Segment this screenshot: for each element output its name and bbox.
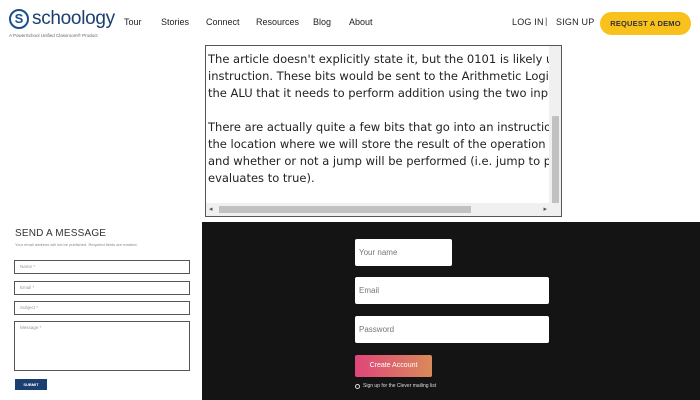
auth-separator: |: [545, 16, 548, 26]
signup-password-input[interactable]: Password: [355, 316, 549, 343]
article-line: and whether or not a jump will be perfor…: [208, 154, 561, 168]
contact-message-field[interactable]: Message *: [14, 321, 190, 371]
scroll-right-icon[interactable]: ▸: [543, 205, 547, 213]
article-scroll-box[interactable]: The article doesn't explicitly state it,…: [205, 45, 562, 217]
nav-blog[interactable]: Blog: [313, 17, 331, 27]
contact-email-field[interactable]: Email *: [14, 281, 190, 295]
submit-button[interactable]: SUBMIT: [15, 379, 47, 390]
horizontal-scroll-thumb[interactable]: [219, 206, 471, 213]
mailing-list-label: Sign up for the Clever mailing list: [363, 383, 437, 389]
nav-tour[interactable]: Tour: [124, 17, 142, 27]
site-header: S schoology A PowerSchool Unified Classr…: [0, 0, 700, 45]
article-line: instruction. These bits would be sent to…: [208, 69, 561, 83]
request-demo-button[interactable]: REQUEST A DEMO: [600, 12, 691, 35]
article-line: evaluates to true).: [208, 171, 315, 185]
signup-link[interactable]: SIGN UP: [556, 17, 594, 27]
nav-stories[interactable]: Stories: [161, 17, 189, 27]
mailing-list-radio[interactable]: [355, 384, 360, 389]
article-line: The article doesn't explicitly state it,…: [208, 52, 561, 66]
contact-subject-field[interactable]: Subject *: [14, 301, 190, 315]
send-message-title: SEND A MESSAGE: [15, 228, 107, 239]
vertical-scrollbar[interactable]: [549, 46, 561, 204]
horizontal-scrollbar[interactable]: ◂ ▸: [206, 203, 561, 216]
signup-name-input[interactable]: Your name: [355, 239, 452, 266]
nav-about[interactable]: About: [349, 17, 373, 27]
send-message-note: Your email address will not be published…: [15, 242, 138, 247]
login-link[interactable]: LOG IN: [512, 17, 544, 27]
create-account-button[interactable]: Create Account: [355, 355, 432, 377]
nav-connect[interactable]: Connect: [206, 17, 240, 27]
logo-tagline: A PowerSchool Unified Classroom® Product: [9, 33, 98, 38]
article-paragraph-1: The article doesn't explicitly state it,…: [208, 51, 561, 102]
article-line: There are actually quite a few bits that…: [208, 120, 562, 134]
scroll-left-icon[interactable]: ◂: [209, 205, 213, 213]
vertical-scroll-thumb[interactable]: [552, 116, 559, 204]
signup-email-input[interactable]: Email: [355, 277, 549, 304]
logo-wordmark: schoology: [32, 8, 115, 29]
contact-name-field[interactable]: Name *: [14, 260, 190, 274]
schoology-logo[interactable]: S schoology A PowerSchool Unified Classr…: [9, 7, 115, 41]
nav-resources[interactable]: Resources: [256, 17, 299, 27]
logo-s-icon: S: [9, 9, 29, 29]
article-paragraph-2: There are actually quite a few bits that…: [208, 119, 562, 187]
article-line: the ALU that it needs to perform additio…: [208, 86, 561, 100]
article-text: The article doesn't explicitly state it,…: [208, 51, 562, 204]
article-line: the location where we will store the res…: [208, 137, 561, 151]
